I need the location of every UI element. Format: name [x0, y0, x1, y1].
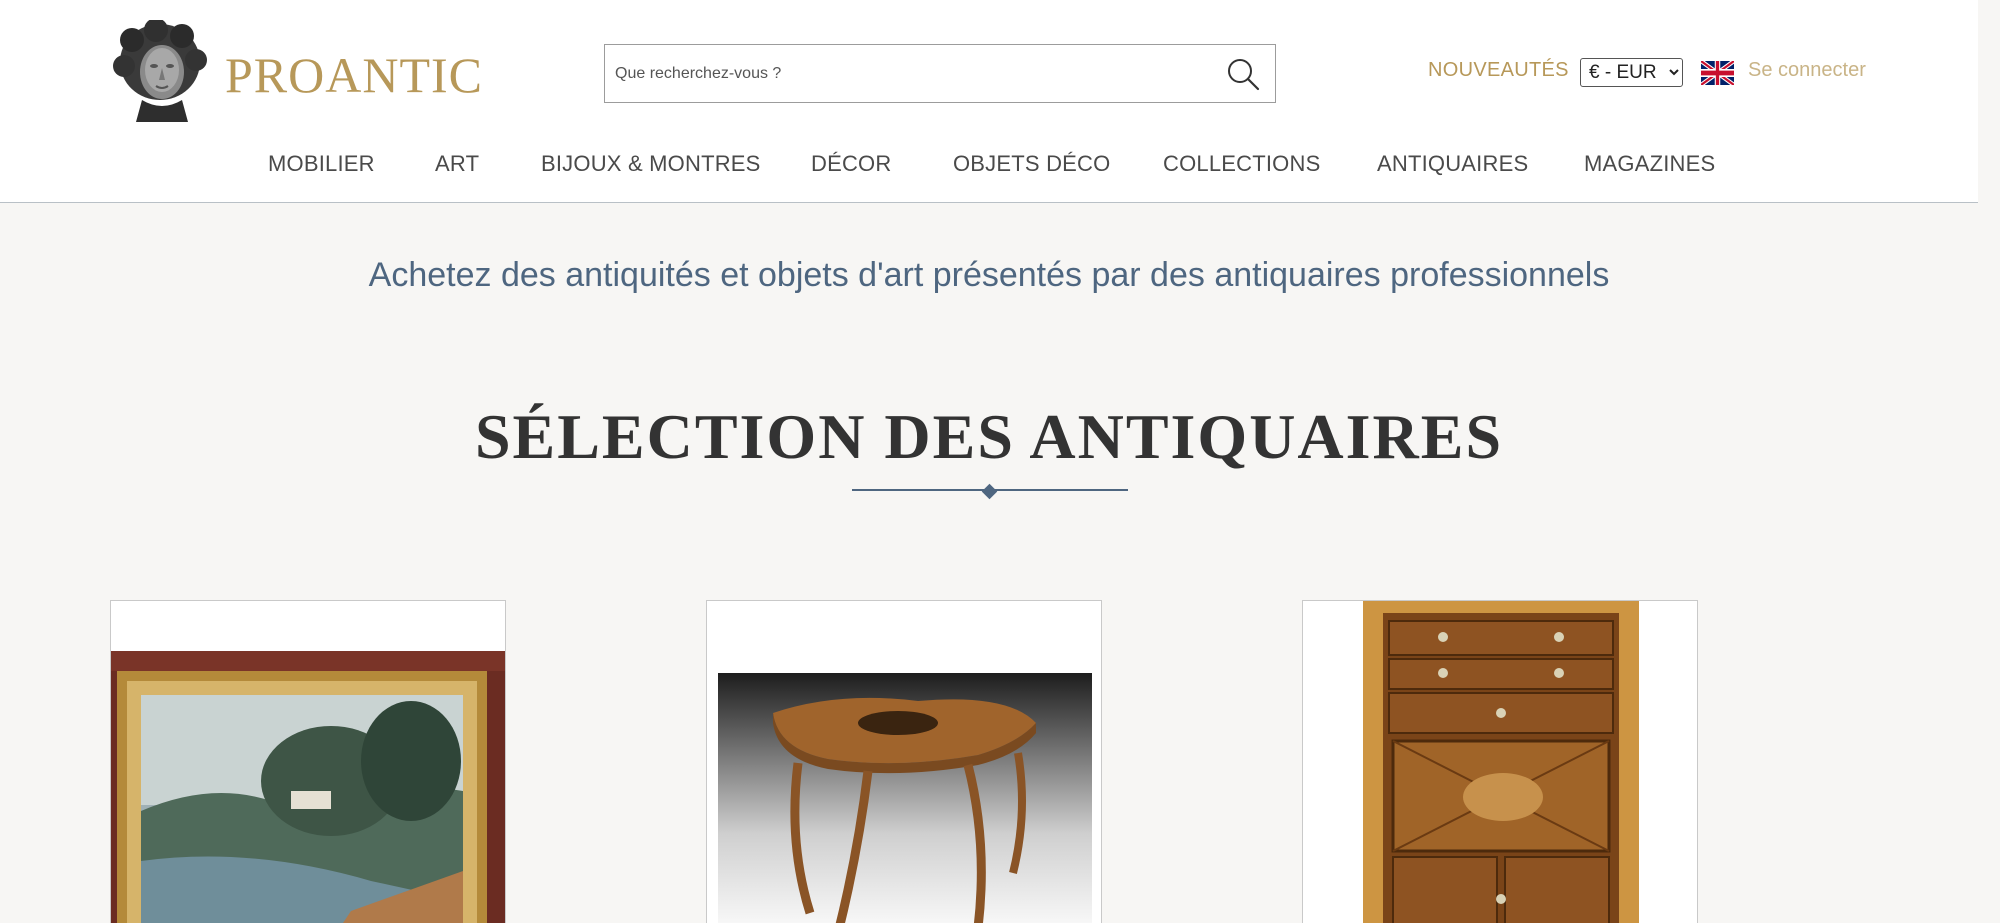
nav-item-antiquaires[interactable]: ANTIQUAIRES: [1377, 151, 1528, 177]
product-image-secretary: [1363, 601, 1639, 923]
search-icon[interactable]: [1225, 56, 1261, 92]
uk-flag-icon[interactable]: [1701, 61, 1734, 85]
search-input[interactable]: [615, 45, 1195, 102]
nav-item-decor[interactable]: DÉCOR: [811, 151, 891, 177]
page-tagline: Achetez des antiquités et objets d'art p…: [368, 256, 1610, 294]
logo-wordmark[interactable]: PROANTIC: [225, 46, 483, 104]
bust-logo-icon[interactable]: [112, 20, 208, 122]
nouveautes-link[interactable]: NOUVEAUTÉS: [1428, 59, 1569, 82]
product-card-table[interactable]: [706, 600, 1102, 923]
nav-item-bijoux-montres[interactable]: BIJOUX & MONTRES: [541, 151, 761, 177]
nav-item-magazines[interactable]: MAGAZINES: [1584, 151, 1715, 177]
main-nav: MOBILIER ART BIJOUX & MONTRES DÉCOR OBJE…: [0, 145, 1978, 185]
site-header: PROANTIC NOUVEAUTÉS € - EUR Se connecter…: [0, 0, 1978, 203]
section-title: SÉLECTION DES ANTIQUAIRES: [474, 401, 1504, 472]
title-divider-ornament: [981, 483, 998, 500]
nav-item-collections[interactable]: COLLECTIONS: [1163, 151, 1320, 177]
currency-select[interactable]: € - EUR: [1580, 58, 1683, 87]
product-image-painting: [111, 651, 505, 923]
login-link[interactable]: Se connecter: [1748, 59, 1866, 82]
product-card-secretary[interactable]: [1302, 600, 1698, 923]
nav-item-objets-deco[interactable]: OBJETS DÉCO: [953, 151, 1110, 177]
product-image-table: [718, 673, 1092, 923]
nav-item-art[interactable]: ART: [435, 151, 479, 177]
search-box: [604, 44, 1276, 103]
product-card-painting[interactable]: [110, 600, 506, 923]
nav-item-mobilier[interactable]: MOBILIER: [268, 151, 375, 177]
